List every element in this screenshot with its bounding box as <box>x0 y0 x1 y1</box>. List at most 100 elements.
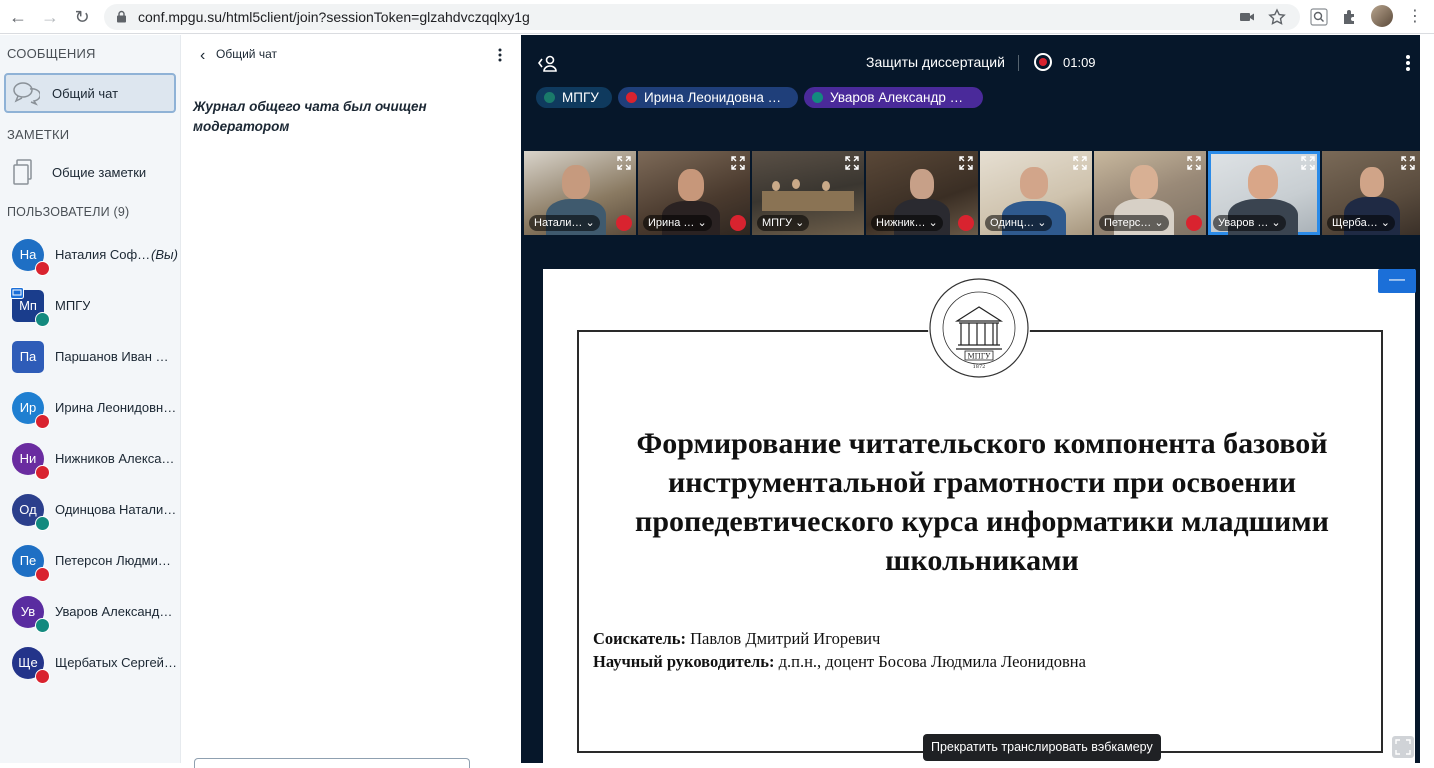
window-edge <box>1420 35 1434 763</box>
mic-muted-icon <box>626 92 637 103</box>
user-name: Петерсон Людмил… <box>55 553 177 568</box>
user-list-item[interactable]: Пе Петерсон Людмил… <box>0 536 181 586</box>
back-arrow-icon[interactable]: ← <box>6 5 30 29</box>
shared-notes-label: Общие заметки <box>52 165 147 180</box>
expand-icon[interactable] <box>1301 156 1315 170</box>
video-tile[interactable]: Ирина … ⌄ <box>638 151 750 235</box>
chevron-left-icon[interactable]: ‹ <box>200 47 205 65</box>
mic-muted-icon <box>35 261 50 276</box>
talking-indicator[interactable]: МПГУ <box>536 87 612 108</box>
extension-search-icon[interactable] <box>1308 6 1330 28</box>
expand-icon[interactable] <box>731 156 745 170</box>
room-table <box>762 191 854 211</box>
more-options-icon[interactable] <box>494 47 506 63</box>
mic-muted-icon <box>35 465 50 480</box>
expand-icon[interactable] <box>617 156 631 170</box>
applicant-label: Соискатель: <box>593 629 686 648</box>
extensions-puzzle-icon[interactable] <box>1339 6 1361 28</box>
slide-applicant-line: Соискатель: Павлов Дмитрий Игоревич <box>593 629 880 649</box>
video-label[interactable]: МПГУ ⌄ <box>757 215 810 231</box>
video-label[interactable]: Щерба… ⌄ <box>1327 215 1395 231</box>
meeting-title: Защиты диссертаций <box>866 54 1005 70</box>
video-label[interactable]: Натали… ⌄ <box>529 215 600 231</box>
talking-indicator[interactable]: Ирина Леонидовна … <box>618 87 798 108</box>
presentation-slide: Формирование читательского компонента ба… <box>543 269 1415 763</box>
user-list-item[interactable]: Ни Нижников Александ… <box>0 434 181 484</box>
video-label[interactable]: Уваров … ⌄ <box>1213 215 1286 231</box>
video-tile[interactable]: Уваров … ⌄ <box>1208 151 1320 235</box>
user-list-item[interactable]: На Наталия Соф… (Вы) <box>0 230 181 280</box>
video-tile[interactable]: Одинц… ⌄ <box>980 151 1092 235</box>
user-list-item[interactable]: Ув Уваров Александр… <box>0 587 181 637</box>
presenter-icon <box>10 287 24 299</box>
fullscreen-icon[interactable] <box>1392 736 1414 758</box>
browser-toolbar: ← → ↻ conf.mpgu.su/html5client/join?sess… <box>0 0 1434 34</box>
expand-icon[interactable] <box>1401 156 1415 170</box>
video-label[interactable]: Нижник… ⌄ <box>871 215 943 231</box>
university-seal-logo: МПГУ 1872 <box>928 277 1030 379</box>
mic-on-icon <box>35 618 50 633</box>
you-label: (Вы) <box>151 247 178 262</box>
webcam-tooltip: Прекратить транслировать вэбкамеру <box>923 734 1161 761</box>
user-name: Щербатых Сергей … <box>55 655 177 670</box>
messages-section-title: СООБЩЕНИЯ <box>7 46 96 61</box>
video-label[interactable]: Петерс… ⌄ <box>1099 215 1169 231</box>
sidebar: СООБЩЕНИЯ Общий чат ЗАМЕТКИ Общие заметк… <box>0 35 181 763</box>
video-tile[interactable]: МПГУ ⌄ <box>752 151 864 235</box>
expand-icon[interactable] <box>1187 156 1201 170</box>
chat-bubbles-icon <box>13 82 40 106</box>
mic-on-icon <box>35 312 50 327</box>
more-options-icon[interactable] <box>1403 53 1413 73</box>
user-list-item[interactable]: Па Паршанов Иван А… <box>0 332 181 382</box>
video-tile[interactable]: Натали… ⌄ <box>524 151 636 235</box>
user-name: МПГУ <box>55 298 91 313</box>
slide-advisor-line: Научный руководитель: д.п.н., доцент Бос… <box>593 652 1086 672</box>
chat-cleared-message: Журнал общего чата был очищен модераторо… <box>193 99 427 134</box>
participant-face <box>562 165 590 199</box>
mic-muted-icon <box>35 414 50 429</box>
recording-time: 01:09 <box>1063 55 1096 70</box>
url-text: conf.mpgu.su/html5client/join?sessionTok… <box>138 9 530 25</box>
video-tile[interactable]: Щерба… ⌄ <box>1322 151 1420 235</box>
user-list-item[interactable]: Од Одинцова Натали… <box>0 485 181 535</box>
participant-face <box>822 181 830 191</box>
mic-muted-icon <box>1186 215 1202 231</box>
chat-message-input[interactable] <box>194 758 470 768</box>
user-list-item[interactable]: Ще Щербатых Сергей … <box>0 638 181 688</box>
slide-heading: Формирование читательского компонента ба… <box>635 427 1329 577</box>
talker-name: МПГУ <box>562 90 599 105</box>
mic-on-icon <box>544 92 555 103</box>
expand-icon[interactable] <box>959 156 973 170</box>
profile-avatar[interactable] <box>1371 5 1393 27</box>
public-chat-item[interactable]: Общий чат <box>4 73 176 113</box>
recording-indicator-icon[interactable] <box>1034 53 1052 71</box>
expand-icon[interactable] <box>845 156 859 170</box>
toggle-user-list-icon[interactable] <box>537 53 559 73</box>
expand-icon[interactable] <box>1073 156 1087 170</box>
mic-on-icon <box>812 92 823 103</box>
mic-muted-icon <box>958 215 974 231</box>
bookmark-star-icon[interactable] <box>1268 8 1286 26</box>
participant-face <box>1130 165 1158 199</box>
participant-face <box>1360 167 1384 197</box>
camera-icon[interactable] <box>1238 8 1256 26</box>
video-tile[interactable]: Нижник… ⌄ <box>866 151 978 235</box>
shared-notes-item[interactable]: Общие заметки <box>4 153 176 193</box>
minimize-presentation-button[interactable]: — <box>1378 269 1416 293</box>
user-list-item[interactable]: Мп МПГУ <box>0 281 181 331</box>
video-tile[interactable]: Петерс… ⌄ <box>1094 151 1206 235</box>
video-label[interactable]: Одинц… ⌄ <box>985 215 1052 231</box>
advisor-value: д.п.н., доцент Босова Людмила Леонидовна <box>778 652 1086 671</box>
user-name: Ирина Леонидовн… <box>55 400 177 415</box>
seal-year: 1872 <box>973 364 986 370</box>
browser-menu-icon[interactable]: ⋮ <box>1404 6 1426 28</box>
address-bar[interactable]: conf.mpgu.su/html5client/join?sessionTok… <box>104 4 1300 30</box>
mic-muted-icon <box>616 215 632 231</box>
chat-panel-title[interactable]: Общий чат <box>216 47 277 61</box>
participant-face <box>678 169 704 201</box>
reload-icon[interactable]: ↻ <box>70 5 94 29</box>
talking-indicator[interactable]: Уваров Александр … <box>804 87 983 108</box>
user-list-item[interactable]: Ир Ирина Леонидовн… <box>0 383 181 433</box>
video-label[interactable]: Ирина … ⌄ <box>643 215 712 231</box>
forward-arrow-icon[interactable]: → <box>38 5 62 29</box>
